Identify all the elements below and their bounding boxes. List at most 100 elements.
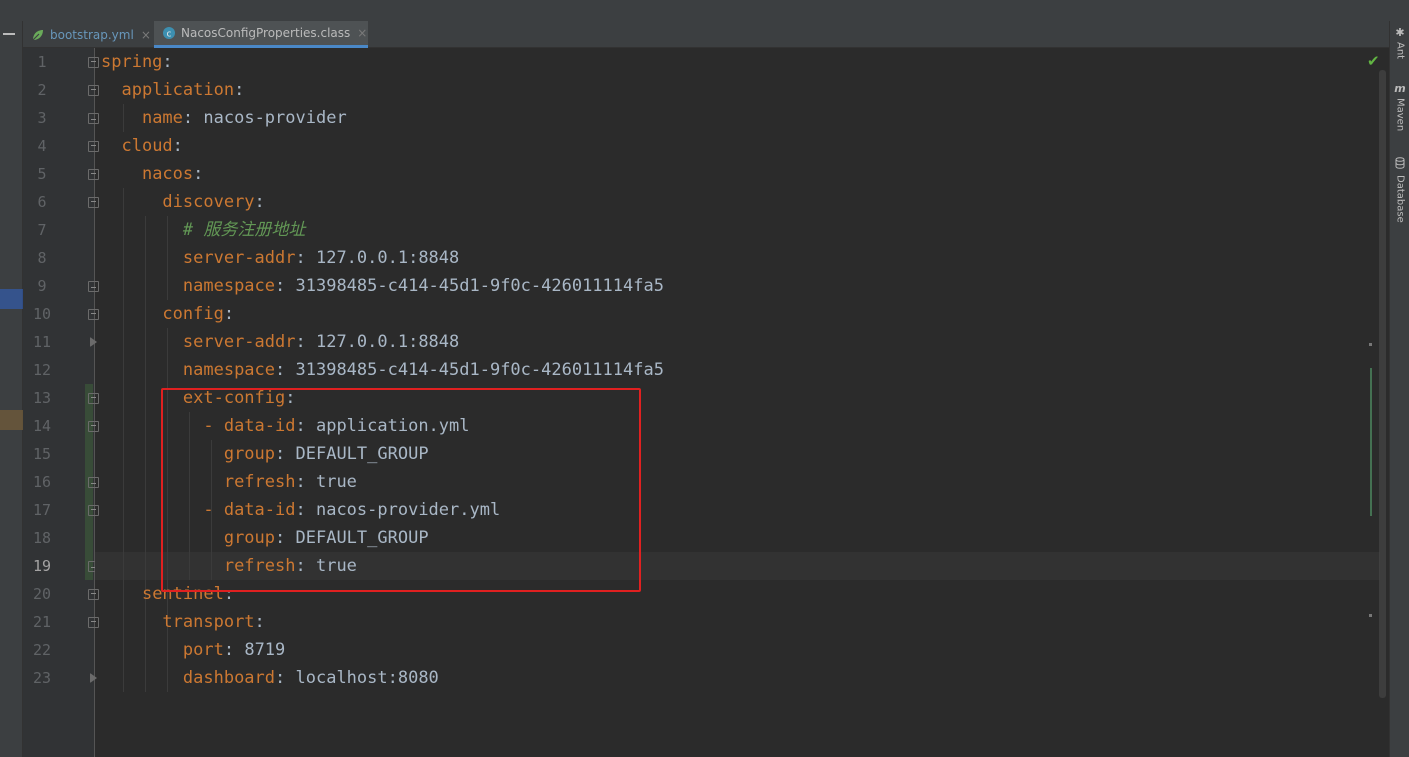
- close-icon[interactable]: ×: [357, 26, 367, 40]
- maven-tool-label: Maven: [1394, 98, 1406, 132]
- code-line[interactable]: nacos:: [101, 160, 664, 188]
- yaml-colon: :: [172, 136, 183, 156]
- code-line[interactable]: config:: [101, 300, 664, 328]
- code-line[interactable]: transport:: [101, 608, 664, 636]
- code-line[interactable]: discovery:: [101, 188, 664, 216]
- error-stripe-mark[interactable]: [1369, 614, 1372, 617]
- tab-label: bootstrap.yml: [50, 27, 134, 42]
- window-top-bar: [0, 0, 1409, 21]
- yaml-colon: :: [223, 640, 235, 660]
- code-line[interactable]: application:: [101, 76, 664, 104]
- tab-bootstrap-yml[interactable]: bootstrap.yml ×: [23, 21, 154, 48]
- line-number[interactable]: 1: [23, 48, 61, 76]
- yaml-colon: :: [275, 276, 286, 296]
- yaml-key: application: [121, 80, 235, 100]
- yaml-key: server-addr: [182, 332, 296, 352]
- line-number[interactable]: 20: [23, 580, 61, 608]
- line-number[interactable]: 4: [23, 132, 61, 160]
- yaml-key: port: [182, 640, 224, 660]
- code-line[interactable]: namespace: 31398485-c414-45d1-9f0c-42601…: [101, 272, 664, 300]
- line-number[interactable]: 10: [23, 300, 61, 328]
- yaml-value: nacos-provider: [193, 108, 347, 128]
- yaml-comment: # 服务注册地址: [182, 220, 306, 240]
- yaml-key: spring: [101, 52, 163, 72]
- line-number[interactable]: 17: [23, 496, 61, 524]
- line-number[interactable]: 2: [23, 76, 61, 104]
- line-number[interactable]: 21: [23, 608, 61, 636]
- error-stripe-mark[interactable]: [1369, 343, 1372, 346]
- yaml-value: 127.0.0.1:8848: [305, 248, 460, 268]
- project-selection-marker: [0, 289, 23, 309]
- code-line[interactable]: server-addr: 127.0.0.1:8848: [101, 328, 664, 356]
- line-number[interactable]: 8: [23, 244, 61, 272]
- yaml-key: config: [162, 304, 224, 324]
- line-number[interactable]: 3: [23, 104, 61, 132]
- line-number[interactable]: 5: [23, 160, 61, 188]
- code-line[interactable]: spring:: [101, 48, 664, 76]
- left-tool-strip: [0, 21, 23, 757]
- vcs-change-stripe[interactable]: [1370, 368, 1372, 516]
- code-line[interactable]: cloud:: [101, 132, 664, 160]
- scrollbar-thumb[interactable]: [1379, 70, 1386, 698]
- line-number[interactable]: 23: [23, 664, 61, 692]
- code-line[interactable]: # 服务注册地址: [101, 216, 664, 244]
- yaml-colon: :: [162, 52, 173, 72]
- ant-icon: ✱: [1395, 26, 1405, 39]
- line-number[interactable]: 19: [23, 552, 61, 580]
- code-line[interactable]: port: 8719: [101, 636, 664, 664]
- database-icon: [1395, 157, 1405, 172]
- ant-tool-label: Ant: [1394, 42, 1406, 60]
- line-number[interactable]: 15: [23, 440, 61, 468]
- line-number[interactable]: 6: [23, 188, 61, 216]
- yaml-colon: :: [254, 612, 265, 632]
- line-numbers: 1 2 3 4 5 6 7 8 9 10 11 12 13 14 15 16 17 18 19 20 21 22 23: [23, 48, 61, 692]
- yaml-colon: :: [182, 108, 194, 128]
- yaml-colon: :: [254, 192, 265, 212]
- yaml-key: name: [141, 108, 183, 128]
- right-tool-window-bar: ✱ Ant m Maven Database: [1389, 21, 1409, 757]
- yaml-value: 127.0.0.1:8848: [305, 332, 460, 352]
- minimize-icon[interactable]: [3, 33, 15, 35]
- code-line[interactable]: server-addr: 127.0.0.1:8848: [101, 244, 664, 272]
- yaml-colon: :: [295, 248, 306, 268]
- code-line[interactable]: name: nacos-provider: [101, 104, 664, 132]
- yaml-value: 31398485-c414-45d1-9f0c-426011114fa5: [285, 360, 664, 380]
- yaml-colon: :: [234, 80, 245, 100]
- line-number[interactable]: 9: [23, 272, 61, 300]
- line-number[interactable]: 22: [23, 636, 61, 664]
- maven-tool-button[interactable]: m Maven: [1390, 83, 1409, 132]
- yaml-key: nacos: [141, 164, 194, 184]
- line-number[interactable]: 16: [23, 468, 61, 496]
- code-text[interactable]: spring: application: name: nacos-provide…: [101, 48, 664, 692]
- yaml-value: 8719: [234, 640, 286, 660]
- tab-nacos-config-properties[interactable]: c NacosConfigProperties.class ×: [154, 21, 368, 48]
- line-number[interactable]: 14: [23, 412, 61, 440]
- line-number[interactable]: 18: [23, 524, 61, 552]
- line-number[interactable]: 7: [23, 216, 61, 244]
- database-tool-label: Database: [1394, 175, 1406, 223]
- line-number[interactable]: 11: [23, 328, 61, 356]
- yaml-colon: :: [223, 304, 235, 324]
- yaml-key: discovery: [162, 192, 255, 212]
- ant-tool-button[interactable]: ✱ Ant: [1390, 26, 1409, 60]
- code-line[interactable]: namespace: 31398485-c414-45d1-9f0c-42601…: [101, 356, 664, 384]
- yaml-colon: :: [193, 164, 204, 184]
- project-change-marker: [0, 410, 23, 430]
- yaml-key: server-addr: [182, 248, 296, 268]
- yaml-key: dashboard: [182, 668, 276, 688]
- code-line[interactable]: dashboard: localhost:8080: [101, 664, 664, 692]
- line-number[interactable]: 12: [23, 356, 61, 384]
- close-icon[interactable]: ×: [141, 28, 151, 42]
- line-number[interactable]: 13: [23, 384, 61, 412]
- database-tool-button[interactable]: Database: [1390, 157, 1409, 223]
